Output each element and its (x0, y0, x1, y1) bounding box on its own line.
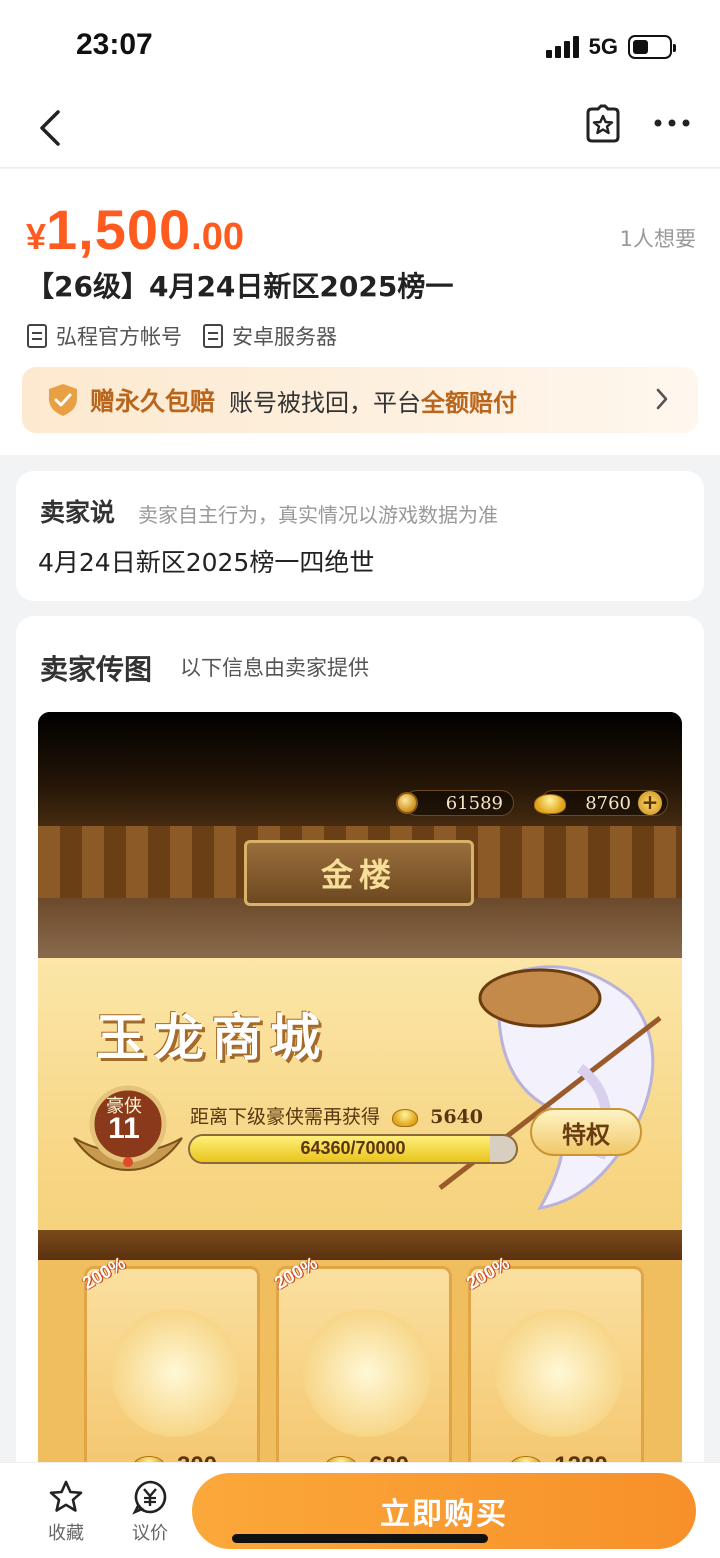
game-screenshot[interactable]: 61589 8760 + 金楼 玉龙商城 豪侠 11 距离下级豪侠需再获得 56… (38, 712, 682, 1492)
character-illustration-icon (438, 965, 662, 1211)
copper-counter: 61589 (404, 790, 514, 816)
signal-icon (545, 36, 579, 58)
seller-says-card: 卖家说 卖家自主行为，真实情况以游戏数据为准 4月24日新区2025榜一四绝世 (16, 471, 704, 601)
bonus-badge: 200% (462, 1252, 513, 1294)
level-progress-text: 64360/70000 (300, 1138, 406, 1158)
price-main: 1,500 (46, 198, 192, 261)
favorite-outline-icon[interactable] (582, 103, 624, 145)
plaque: 金楼 (244, 840, 474, 906)
server-tag-icon (203, 324, 223, 348)
seller-says-title: 卖家说 (40, 498, 116, 527)
bargain-button[interactable]: 议价 (118, 1479, 182, 1545)
shop-item[interactable]: 200% 1280 (463, 1253, 644, 1492)
add-gold-icon: + (638, 791, 662, 815)
next-level-value: 5640 (430, 1106, 483, 1128)
bonus-badge: 200% (78, 1252, 129, 1294)
yuan-bargain-icon (132, 1480, 167, 1515)
copper-coin-icon (396, 792, 418, 814)
seller-pics-subtitle: 以下信息由卖家提供 (180, 656, 369, 680)
product-title: 【26级】4月24日新区2025榜一 (26, 270, 454, 303)
seller-pics-card: 卖家传图 以下信息由卖家提供 61589 8760 + 金楼 玉龙商城 豪侠 1… (16, 616, 704, 1516)
tag-server-label: 安卓服务器 (232, 325, 337, 349)
home-indicator (232, 1534, 488, 1543)
next-level-info: 距离下级豪侠需再获得 5640 (190, 1102, 483, 1129)
shelf-beam (38, 1230, 682, 1260)
favorite-label: 收藏 (48, 1523, 84, 1544)
seller-pics-title: 卖家传图 (40, 653, 153, 686)
guarantee-emphasis: 全额赔付 (421, 388, 518, 417)
ingot-icon (392, 1109, 419, 1127)
gold-ingots-tray-icon (303, 1309, 431, 1437)
favorite-button[interactable]: 收藏 (34, 1479, 98, 1545)
price: ¥1,500.00 (26, 197, 244, 262)
guarantee-text: 账号被找回，平台 (229, 388, 422, 417)
item-shelf: 200% 300 200% 680 200% 1280 (38, 1253, 682, 1492)
want-count: 1人想要 (619, 227, 696, 251)
mall-title: 玉龙商城 (96, 1008, 328, 1067)
price-decimal: .00 (191, 216, 244, 258)
status-time: 23:07 (76, 28, 153, 61)
shield-check-icon (49, 384, 77, 416)
seller-says-subtitle: 卖家自主行为，真实情况以游戏数据为准 (138, 503, 498, 527)
shop-item[interactable]: 200% 680 (271, 1253, 452, 1492)
badge-level: 11 (108, 1112, 140, 1145)
battery-icon (628, 35, 676, 59)
seller-says-content: 4月24日新区2025榜一四绝世 (38, 548, 375, 577)
status-indicators: 5G (545, 34, 676, 60)
chevron-right-icon (656, 388, 668, 410)
product-tags: 弘程官方帐号 安卓服务器 (26, 321, 337, 351)
perk-button[interactable]: 特权 (530, 1108, 642, 1156)
next-level-text: 距离下级豪侠需再获得 (190, 1106, 381, 1128)
bargain-label: 议价 (132, 1523, 168, 1544)
product-header: ¥1,500.00 1人想要 【26级】4月24日新区2025榜一 弘程官方帐号… (0, 169, 720, 455)
gold-sack-icon (495, 1309, 623, 1437)
gold-value: 8760 (585, 792, 631, 814)
star-icon (49, 1480, 83, 1512)
gold-ingots-small-icon (111, 1309, 239, 1437)
tag-account-label: 弘程官方帐号 (56, 325, 182, 349)
price-symbol: ¥ (26, 216, 47, 257)
guarantee-title: 赠永久包赔 (90, 387, 216, 416)
shop-item[interactable]: 200% 300 (79, 1253, 260, 1492)
mall-panel: 玉龙商城 豪侠 11 距离下级豪侠需再获得 5640 64360/70000 特… (38, 958, 682, 1492)
guarantee-banner[interactable]: 赠永久包赔 账号被找回，平台 全额赔付 (22, 367, 698, 433)
tag-account: 弘程官方帐号 (26, 321, 182, 351)
back-icon[interactable] (30, 106, 74, 150)
more-icon[interactable] (650, 108, 694, 138)
nav-bar (0, 90, 720, 168)
bottom-action-bar: 收藏 议价 立即购买 (0, 1462, 720, 1558)
gold-ingot-icon (534, 794, 566, 814)
bonus-badge: 200% (270, 1252, 321, 1294)
status-bar: 23:07 5G (0, 0, 720, 90)
network-label: 5G (588, 34, 618, 59)
copper-value: 61589 (445, 792, 503, 814)
account-tag-icon (27, 324, 47, 348)
tag-server: 安卓服务器 (202, 321, 337, 351)
